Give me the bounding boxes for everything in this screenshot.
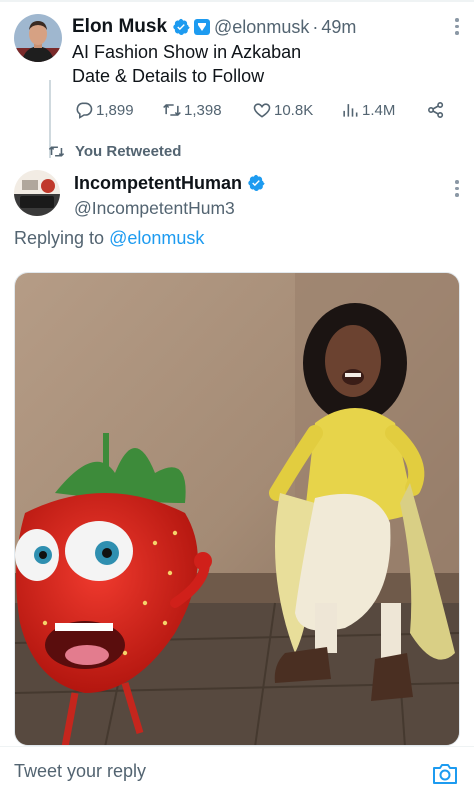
replying-to: Replying to @elonmusk xyxy=(14,228,204,249)
retweet-banner: You Retweeted xyxy=(48,143,181,160)
reply-display-name[interactable]: IncompetentHuman xyxy=(74,173,242,194)
tweet-media-image[interactable] xyxy=(14,272,460,746)
reply-tweet-header: IncompetentHuman @IncompetentHum3 xyxy=(74,170,454,219)
views-button[interactable]: 1.4M xyxy=(340,100,395,120)
separator: · xyxy=(312,16,319,37)
action-bar: 1,899 1,398 10.8K 1.4M xyxy=(74,100,464,124)
views-icon xyxy=(343,104,358,117)
retweet-icon xyxy=(48,146,65,157)
more-icon[interactable] xyxy=(454,180,460,198)
affiliate-badge-icon xyxy=(194,19,211,35)
reply-handle[interactable]: @IncompetentHum3 xyxy=(74,198,454,219)
retweet-banner-label: You Retweeted xyxy=(75,143,182,160)
handle[interactable]: @elonmusk xyxy=(214,17,309,38)
tweet-text-line1: AI Fashion Show in Azkaban xyxy=(72,42,302,62)
view-count: 1.4M xyxy=(362,101,396,119)
top-divider xyxy=(0,0,474,2)
like-count: 10.8K xyxy=(274,101,314,119)
tweet-text-line2: Date & Details to Follow xyxy=(72,66,265,86)
retweet-icon xyxy=(163,104,181,116)
retweet-count: 1,398 xyxy=(184,101,222,119)
camera-icon[interactable] xyxy=(432,763,458,785)
like-icon xyxy=(253,103,271,118)
reply-composer xyxy=(0,746,474,786)
display-name[interactable]: Elon Musk xyxy=(72,16,167,38)
verified-badge-icon xyxy=(248,174,265,192)
retweet-button[interactable]: 1,398 xyxy=(162,100,222,120)
reply-button[interactable]: 1,899 xyxy=(74,100,134,120)
replying-prefix: Replying to xyxy=(14,228,105,248)
share-button[interactable] xyxy=(426,100,448,120)
reply-input[interactable] xyxy=(14,761,394,782)
replying-handle-link[interactable]: @elonmusk xyxy=(109,228,204,248)
avatar[interactable] xyxy=(14,14,62,62)
share-icon xyxy=(428,102,444,118)
reply-icon xyxy=(76,102,93,119)
like-button[interactable]: 10.8K xyxy=(252,100,313,120)
reply-count: 1,899 xyxy=(96,101,134,119)
reply-avatar[interactable] xyxy=(14,170,60,216)
timestamp[interactable]: 49m xyxy=(321,17,356,38)
more-icon[interactable] xyxy=(454,18,460,36)
verified-badge-icon xyxy=(173,18,190,36)
